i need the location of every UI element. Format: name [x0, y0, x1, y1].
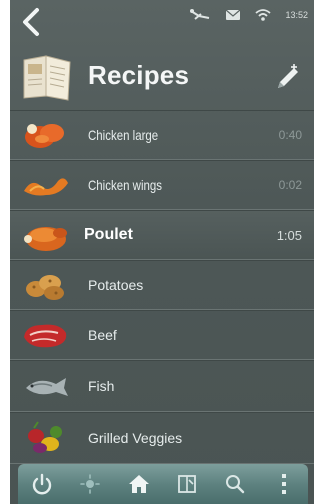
recipe-label: Chicken wings	[88, 177, 163, 193]
pen-plus-icon	[278, 64, 298, 88]
recipe-label: Beef	[88, 327, 117, 343]
roast-chicken-icon	[24, 227, 67, 251]
recipe-label: Fish	[88, 378, 115, 394]
power-icon	[32, 473, 52, 495]
recipe-list: Chicken large 0:40 Chicken wings 0:02 Po…	[10, 110, 314, 464]
book-icon	[178, 475, 197, 493]
status-icons: 13:52	[189, 8, 308, 22]
list-item[interactable]: Chicken large 0:40	[10, 110, 314, 160]
recipe-label: Poulet	[84, 226, 133, 243]
app-screen: 13:52 Recipes Chicken large 0:40 Chicken…	[10, 0, 314, 504]
recipe-label: Grilled Veggies	[88, 430, 183, 446]
power-button[interactable]	[25, 467, 59, 501]
light-icon	[80, 474, 101, 494]
fish-icon	[26, 378, 68, 396]
wifi-icon	[255, 9, 272, 21]
chicken-wings-icon	[24, 178, 68, 196]
list-item[interactable]: Chicken wings 0:02	[10, 160, 314, 210]
veggies-icon	[28, 421, 62, 453]
search-icon	[226, 475, 245, 494]
potatoes-icon	[26, 275, 64, 300]
search-button[interactable]	[218, 467, 252, 501]
more-icon	[281, 474, 286, 494]
page-title: Recipes	[88, 60, 190, 90]
recipe-book-icon	[23, 55, 71, 101]
list-item[interactable]: Fish	[10, 360, 314, 412]
status-time: 13:52	[285, 10, 308, 20]
recipe-book-button[interactable]	[170, 467, 204, 501]
recipe-time: 1:05	[276, 227, 302, 243]
list-item[interactable]: Grilled Veggies	[10, 412, 314, 464]
header: Recipes	[10, 44, 314, 110]
status-bar: 13:52	[10, 0, 314, 44]
home-button[interactable]	[122, 467, 156, 501]
list-item[interactable]: Potatoes	[10, 260, 314, 310]
home-icon	[128, 475, 149, 493]
recipe-time: 0:02	[278, 178, 302, 192]
usb-icon	[190, 9, 210, 20]
chicken-pieces-icon	[25, 124, 64, 148]
message-icon	[226, 9, 241, 20]
recipe-time: 0:40	[278, 128, 302, 142]
back-arrow-icon	[23, 8, 39, 36]
beef-icon	[24, 324, 67, 348]
list-item-selected[interactable]: Poulet 1:05	[10, 210, 314, 260]
light-button[interactable]	[73, 467, 107, 501]
edit-recipe-button[interactable]	[272, 62, 302, 92]
list-item[interactable]: Beef	[10, 310, 314, 360]
back-button[interactable]	[14, 4, 48, 40]
recipe-label: Potatoes	[88, 277, 144, 293]
more-button[interactable]	[267, 467, 301, 501]
recipe-label: Chicken large	[88, 127, 159, 143]
bottom-toolbar	[18, 464, 308, 504]
